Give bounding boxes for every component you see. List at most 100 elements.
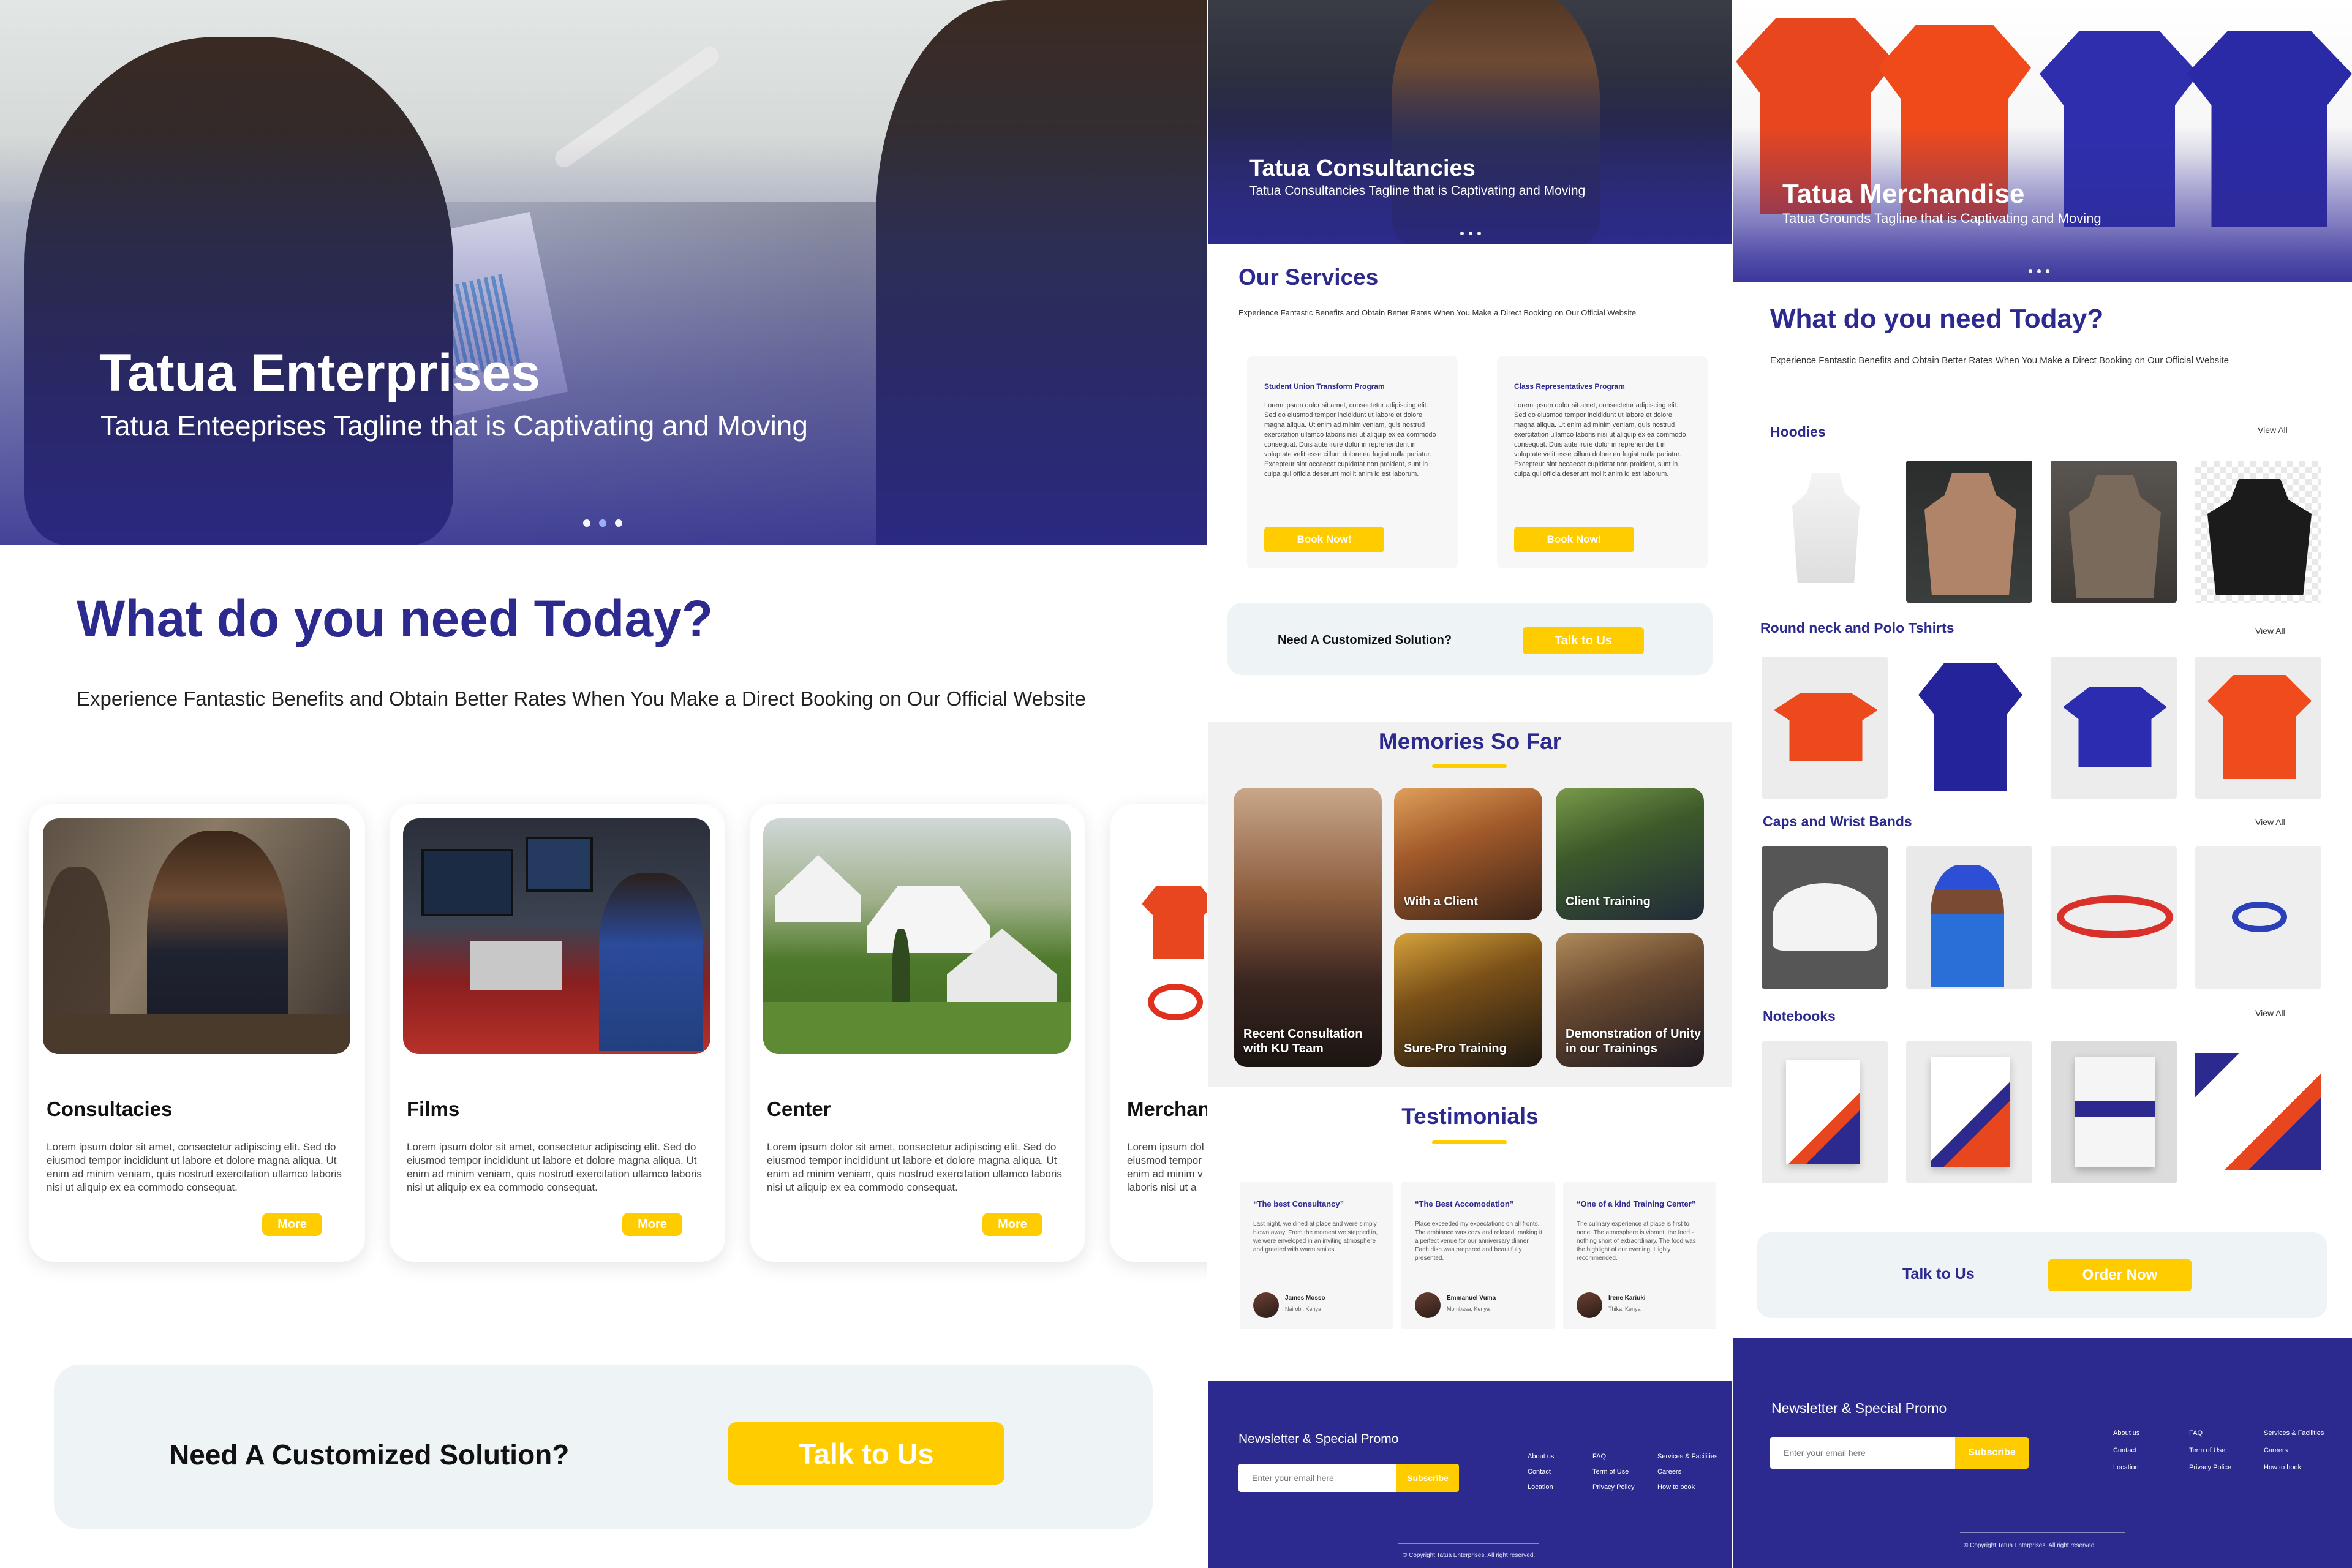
talk-to-us-button[interactable]: Talk to Us — [1523, 627, 1644, 654]
product-tile[interactable] — [2051, 657, 2177, 799]
testimonials-heading: Testimonials — [1401, 1104, 1539, 1129]
more-button[interactable]: More — [622, 1213, 682, 1236]
footer-links-col1[interactable]: About us Contact Location — [1528, 1449, 1554, 1495]
service-card-class-reps[interactable]: Class Representatives Program Lorem ipsu… — [1497, 356, 1708, 568]
product-tile[interactable] — [2195, 657, 2321, 799]
memory-label: Demonstration of Unity in our Trainings — [1566, 1027, 1702, 1055]
memory-label: Sure-Pro Training — [1404, 1042, 1507, 1055]
footer-links-col3[interactable]: Services & Facilities Careers How to book — [1657, 1449, 1717, 1495]
avatar — [1253, 1292, 1279, 1318]
memories-heading: Memories So Far — [1378, 729, 1562, 754]
carousel-dots[interactable] — [583, 519, 622, 527]
enterprises-page: Tatua Enterprises Tatua Enteeprises Tagl… — [0, 0, 1207, 1568]
page-subheading: Experience Fantastic Benefits and Obtain… — [77, 687, 1086, 710]
category-title: Notebooks — [1763, 1008, 1836, 1024]
book-now-button[interactable]: Book Now! — [1264, 527, 1384, 552]
product-tile[interactable] — [2051, 1041, 2177, 1183]
view-all-link[interactable]: View All — [2255, 1008, 2285, 1018]
hero-tagline: Tatua Consultancies Tagline that is Capt… — [1250, 184, 1586, 198]
footer-links-col2[interactable]: FAQ Term of Use Privacy Policy — [1593, 1449, 1634, 1495]
testimonial-card: “The Best Accomodation” Place exceeded m… — [1401, 1182, 1555, 1329]
service-title: Student Union Transform Program — [1264, 382, 1385, 391]
copyright: © Copyright Tatua Enterprises. All right… — [1403, 1552, 1536, 1559]
product-tile[interactable] — [2195, 1041, 2321, 1183]
product-tile[interactable] — [2051, 461, 2177, 603]
memory-client-training[interactable]: Client Training — [1556, 788, 1704, 920]
cta-section: Talk to Us Order Now — [1757, 1232, 2328, 1318]
product-tile[interactable] — [1762, 846, 1888, 989]
footer: Newsletter & Special Promo Subscribe Abo… — [1208, 1381, 1732, 1568]
hero-banner: Tatua Enterprises Tatua Enteeprises Tagl… — [0, 0, 1207, 545]
memory-ku-team[interactable]: Recent Consultation with KU Team — [1234, 788, 1382, 1067]
product-tile[interactable] — [1762, 1041, 1888, 1183]
card-merchandise[interactable]: Merchan Lorem ipsum dol eiusmod tempor e… — [1110, 804, 1207, 1262]
service-description: Lorem ipsum dolor sit amet, consectetur … — [1514, 402, 1686, 478]
product-tile[interactable] — [2051, 846, 2177, 989]
testimonial-body: Place exceeded my expectations on all fr… — [1415, 1221, 1542, 1262]
cta-section: Need A Customized Solution? Talk to Us — [1227, 603, 1713, 675]
memory-sure-pro[interactable]: Sure-Pro Training — [1394, 933, 1542, 1067]
memory-label: Recent Consultation with KU Team — [1243, 1027, 1363, 1055]
page-subheading: Experience Fantastic Benefits and Obtain… — [1770, 355, 2230, 366]
testimonial-quote: “The Best Accomodation” — [1415, 1199, 1514, 1208]
product-tile[interactable] — [2195, 461, 2321, 603]
product-tile[interactable] — [1762, 657, 1888, 799]
testimonial-name: Emmanuel Vuma — [1447, 1295, 1496, 1302]
card-consultacies[interactable]: Consultacies Lorem ipsum dolor sit amet,… — [29, 804, 365, 1262]
copyright: © Copyright Tatua Enterprises. All right… — [1964, 1542, 2097, 1549]
card-films[interactable]: Films Lorem ipsum dolor sit amet, consec… — [390, 804, 725, 1262]
email-input[interactable] — [1770, 1437, 1955, 1469]
card-center[interactable]: Center Lorem ipsum dolor sit amet, conse… — [750, 804, 1085, 1262]
carousel-dots[interactable] — [2029, 270, 2049, 273]
product-tile[interactable] — [1762, 461, 1888, 603]
hero-title: Tatua Consultancies — [1250, 156, 1476, 181]
page-heading: What do you need Today? — [77, 590, 714, 647]
view-all-link[interactable]: View All — [2255, 626, 2285, 636]
subscribe-button[interactable]: Subscribe — [1955, 1437, 2029, 1469]
avatar — [1415, 1292, 1441, 1318]
consultancies-page: Tatua Consultancies Tatua Consultancies … — [1208, 0, 1732, 1568]
book-now-button[interactable]: Book Now! — [1514, 527, 1634, 552]
testimonial-name: Irene Kariuki — [1608, 1295, 1646, 1302]
service-description: Lorem ipsum dolor sit amet, consectetur … — [1264, 402, 1436, 478]
memory-unity[interactable]: Demonstration of Unity in our Trainings — [1556, 933, 1704, 1067]
view-all-link[interactable]: View All — [2258, 425, 2288, 435]
testimonial-quote: “One of a kind Training Center” — [1577, 1199, 1696, 1208]
footer-links-col1[interactable]: About us Contact Location — [2113, 1425, 2139, 1476]
testimonial-location: Nairobi, Kenya — [1285, 1306, 1322, 1312]
center-image — [763, 818, 1071, 1054]
testimonial-name: James Mosso — [1285, 1295, 1325, 1302]
product-tile[interactable] — [1906, 461, 2032, 603]
card-description: Lorem ipsum dol eiusmod tempor enim ad m… — [1127, 1141, 1204, 1193]
email-input[interactable] — [1238, 1464, 1396, 1492]
carousel-dots[interactable] — [1460, 232, 1481, 235]
talk-to-us-link[interactable]: Talk to Us — [1902, 1265, 1975, 1283]
product-tile[interactable] — [1906, 657, 2032, 799]
product-tile[interactable] — [1906, 846, 2032, 989]
testimonial-card: “The best Consultancy” Last night, we di… — [1240, 1182, 1393, 1329]
order-now-button[interactable]: Order Now — [2048, 1259, 2192, 1291]
service-card-student-union[interactable]: Student Union Transform Program Lorem ip… — [1247, 356, 1458, 568]
memory-with-client[interactable]: With a Client — [1394, 788, 1542, 920]
subscribe-button[interactable]: Subscribe — [1396, 1464, 1459, 1492]
cta-section: Need A Customized Solution? Talk to Us — [54, 1365, 1153, 1529]
product-tile[interactable] — [1906, 1041, 2032, 1183]
testimonial-body: Last night, we dined at place and were s… — [1253, 1221, 1378, 1253]
category-title: Caps and Wrist Bands — [1763, 813, 1912, 829]
card-title: Merchan — [1127, 1098, 1207, 1120]
product-tile[interactable] — [2195, 846, 2321, 989]
footer-links-col2[interactable]: FAQ Term of Use Privacy Police — [2189, 1425, 2231, 1476]
talk-to-us-button[interactable]: Talk to Us — [728, 1422, 1005, 1485]
hero-tagline: Tatua Grounds Tagline that is Captivatin… — [1782, 211, 2101, 226]
films-image — [403, 818, 710, 1054]
more-button[interactable]: More — [262, 1213, 322, 1236]
card-title: Films — [407, 1098, 460, 1120]
view-all-link[interactable]: View All — [2255, 817, 2285, 827]
more-button[interactable]: More — [982, 1213, 1042, 1236]
category-title: Hoodies — [1770, 424, 1826, 440]
card-title: Center — [767, 1098, 831, 1120]
footer-links-col3[interactable]: Services & Facilities Careers How to book — [2264, 1425, 2324, 1476]
footer: Newsletter & Special Promo Subscribe Abo… — [1733, 1338, 2352, 1568]
memory-label: With a Client — [1404, 895, 1478, 908]
card-description: Lorem ipsum dolor sit amet, consectetur … — [407, 1141, 702, 1193]
